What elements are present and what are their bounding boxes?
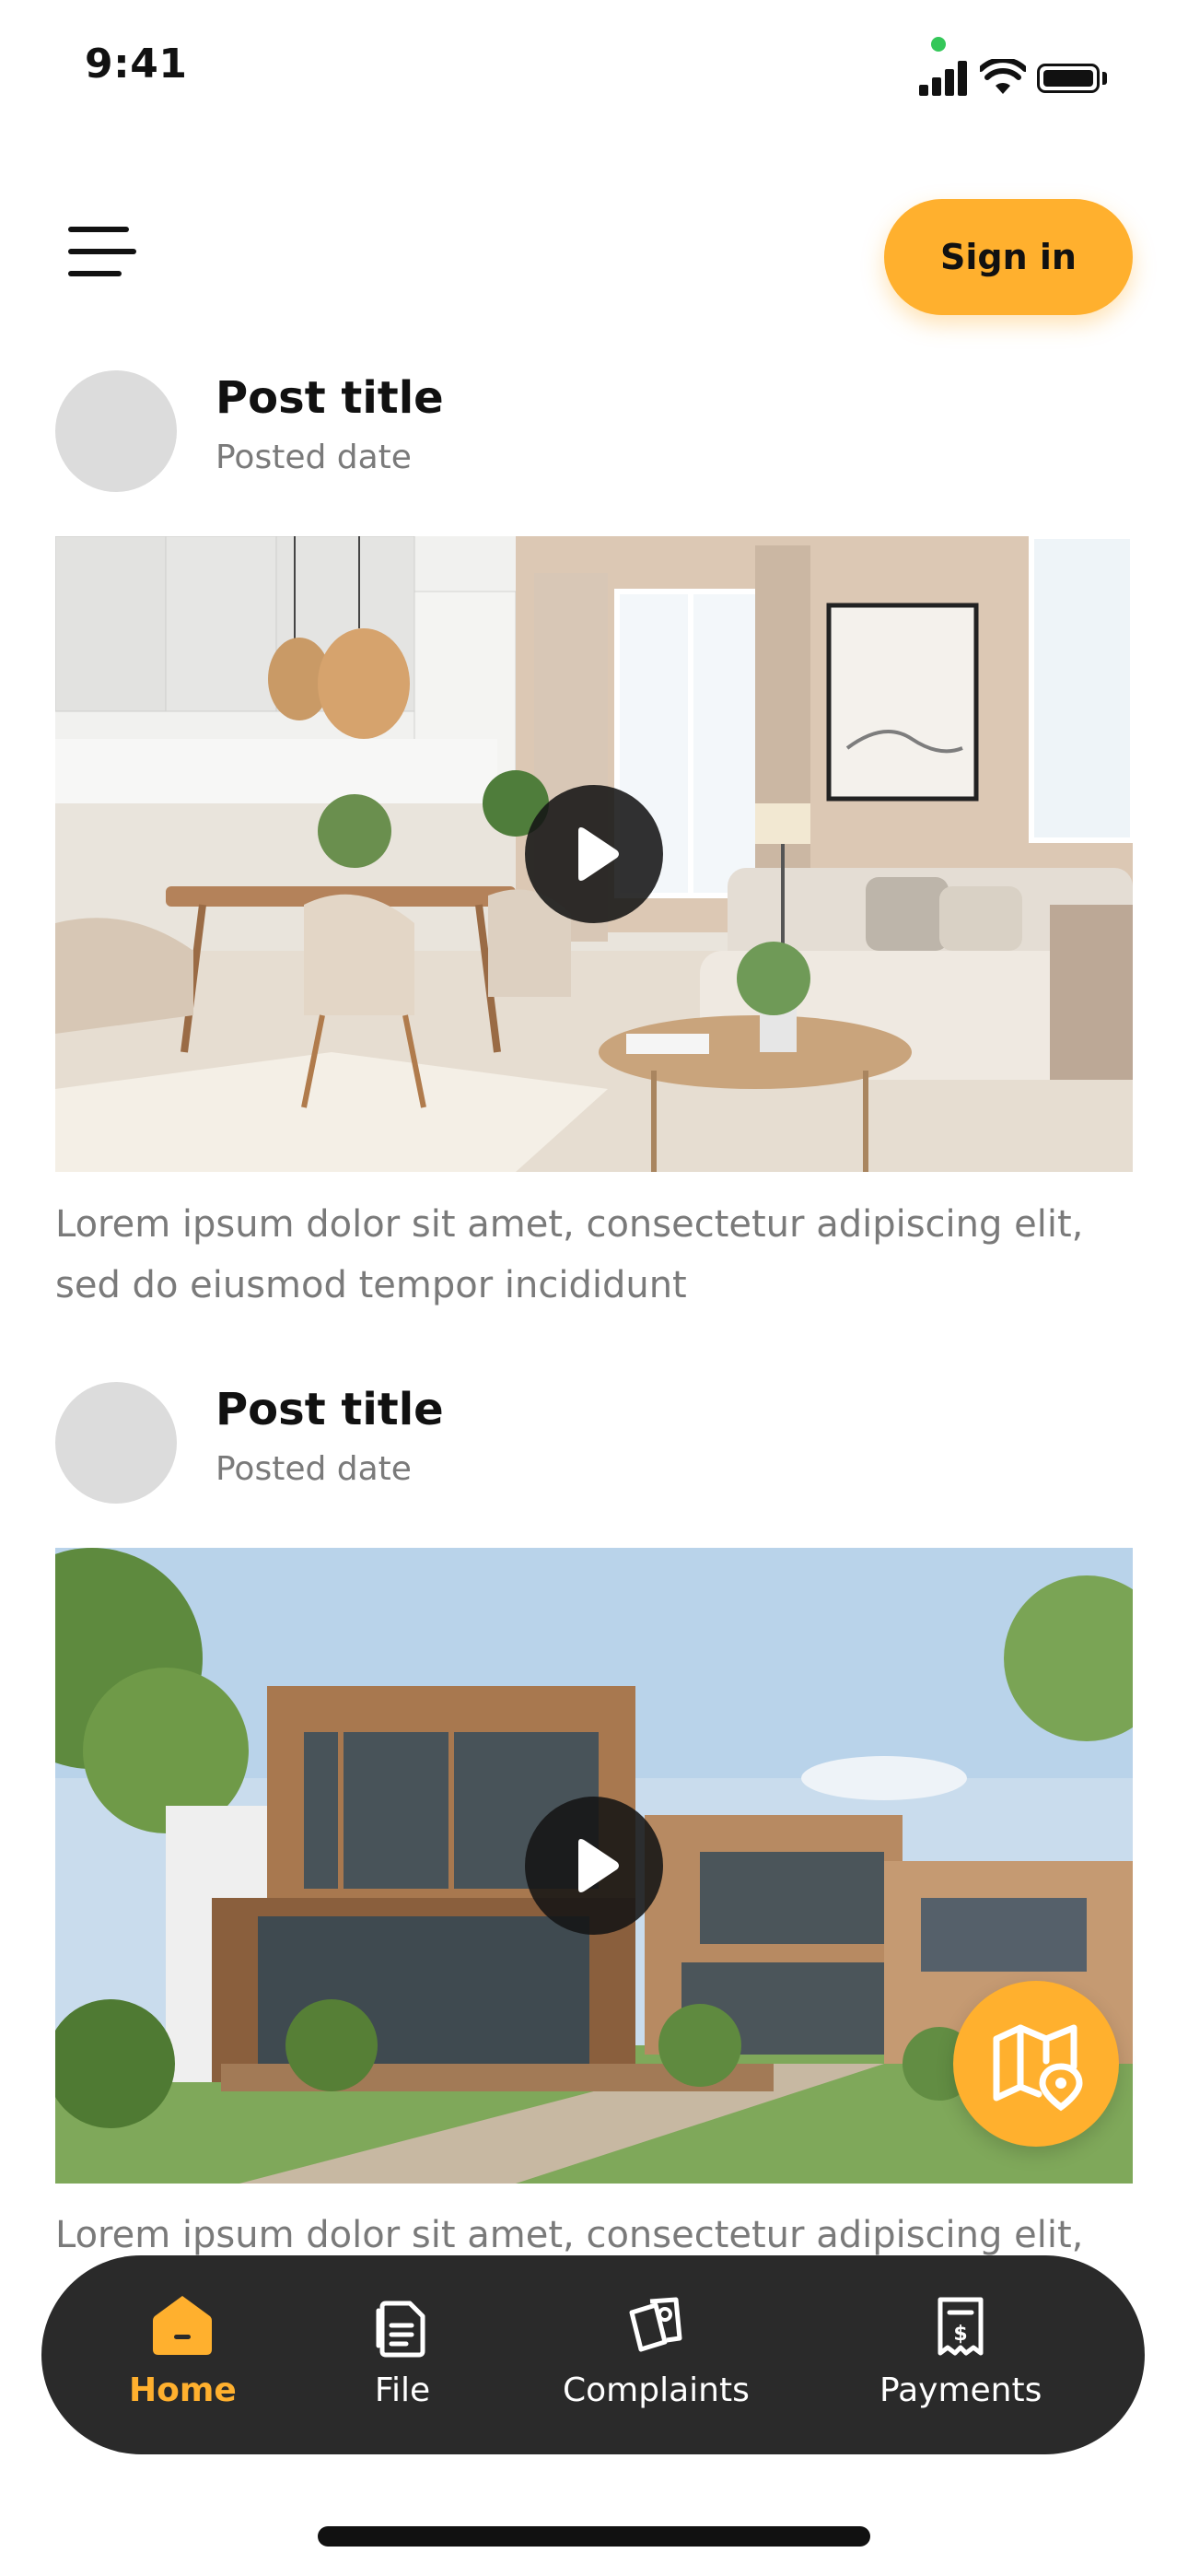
bottom-navigation: Home File Complaints $ Payments	[41, 2255, 1145, 2454]
post-avatar[interactable]	[55, 1382, 177, 1504]
post-excerpt-line: Lorem ipsum dolor sit amet, consectetur …	[55, 1203, 1084, 1246]
post-avatar[interactable]	[55, 370, 177, 492]
nav-item-complaints[interactable]: Complaints	[563, 2292, 750, 2409]
post-date: Posted date	[215, 1450, 412, 1488]
home-icon	[153, 2296, 213, 2355]
play-icon	[578, 827, 619, 881]
battery-icon	[1037, 64, 1100, 93]
nav-label-home: Home	[129, 2371, 237, 2409]
post-title[interactable]: Post title	[215, 372, 444, 424]
nav-label-complaints: Complaints	[563, 2371, 750, 2409]
nav-item-home[interactable]: Home	[129, 2292, 237, 2409]
play-icon	[578, 1839, 619, 1892]
battery-tip	[1102, 72, 1107, 85]
nav-item-payments[interactable]: $ Payments	[879, 2292, 1042, 2409]
play-button[interactable]	[525, 1797, 663, 1935]
svg-text:$: $	[954, 2323, 968, 2346]
home-indicator	[318, 2526, 870, 2547]
complaints-icon	[629, 2297, 682, 2352]
menu-icon[interactable]	[63, 221, 136, 282]
sign-in-button[interactable]: Sign in	[884, 199, 1133, 315]
post-title[interactable]: Post title	[215, 1384, 444, 1435]
cellular-signal-icon	[919, 59, 969, 96]
nav-item-file[interactable]: File	[369, 2292, 436, 2409]
wifi-icon	[980, 59, 1026, 94]
privacy-indicator-dot	[931, 37, 946, 52]
status-time: 9:41	[85, 41, 188, 88]
nav-label-payments: Payments	[879, 2371, 1042, 2409]
post-date: Posted date	[215, 439, 412, 476]
map-button[interactable]	[953, 1981, 1119, 2147]
nav-label-file: File	[374, 2371, 431, 2409]
file-icon	[376, 2301, 425, 2358]
play-button[interactable]	[525, 785, 663, 923]
post-excerpt-line: sed do eiusmod tempor incididunt	[55, 1264, 687, 1306]
payments-icon: $	[938, 2297, 984, 2356]
map-location-icon	[993, 2024, 1083, 2112]
